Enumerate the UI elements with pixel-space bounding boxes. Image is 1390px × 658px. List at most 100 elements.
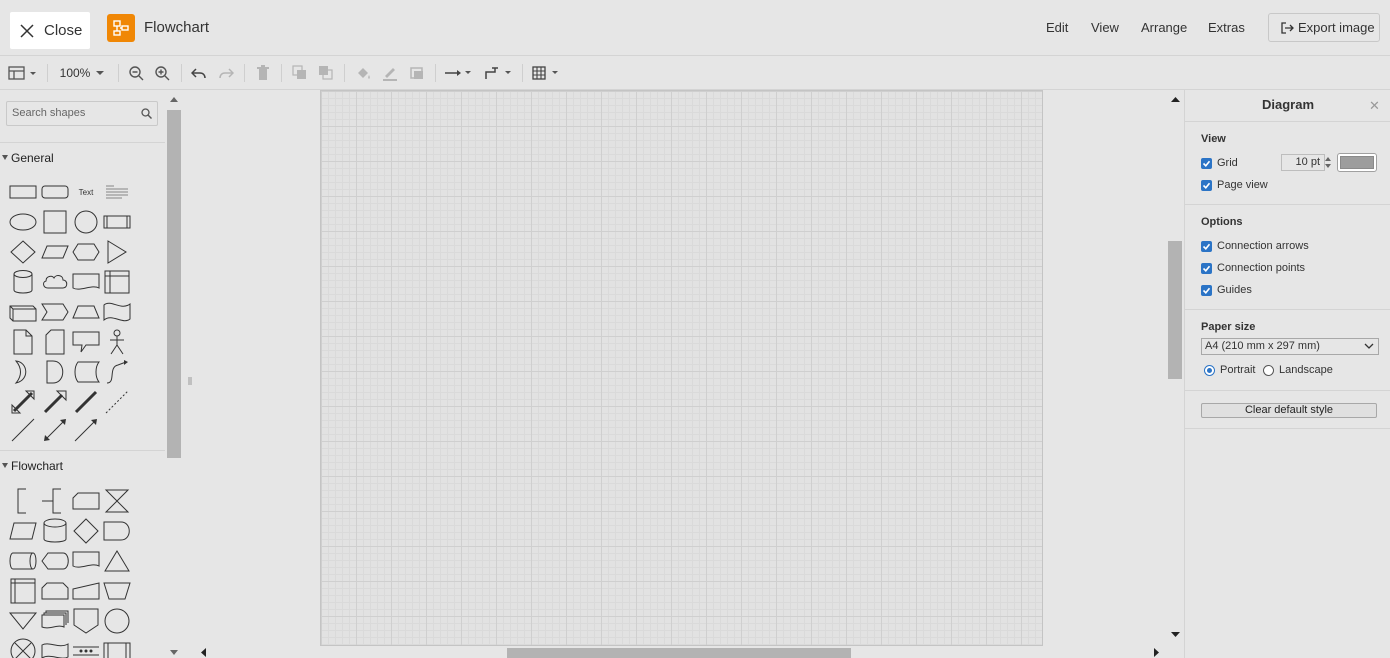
redo-button[interactable] <box>217 63 235 83</box>
connection-style-button[interactable] <box>444 63 474 83</box>
sidebar-scroll-thumb[interactable] <box>167 110 181 458</box>
shape-trapezoid[interactable] <box>71 300 101 324</box>
shape-directional-connector[interactable] <box>71 418 101 442</box>
shape-step[interactable] <box>40 300 70 324</box>
shape-data[interactable] <box>8 519 38 543</box>
shape-off-page-reference[interactable] <box>71 608 101 634</box>
shape-or[interactable] <box>8 360 38 384</box>
diagram-page-grid[interactable] <box>320 90 1043 646</box>
line-color-button[interactable] <box>381 63 399 83</box>
search-shapes-input[interactable]: Search shapes <box>6 101 158 126</box>
panel-close-icon[interactable]: ✕ <box>1369 98 1380 114</box>
shape-document[interactable] <box>71 270 101 294</box>
shape-multi-document[interactable] <box>40 609 70 633</box>
shape-extract[interactable] <box>102 549 132 573</box>
shape-manual-input[interactable] <box>71 579 101 603</box>
paper-size-select[interactable]: A4 (210 mm x 297 mm) <box>1201 338 1379 355</box>
grid-color-swatch[interactable] <box>1337 153 1377 172</box>
menu-arrange[interactable]: Arrange <box>1141 20 1187 35</box>
to-back-button[interactable] <box>317 63 335 83</box>
shape-predefined-process[interactable] <box>102 639 132 658</box>
shape-callout[interactable] <box>71 330 101 354</box>
grid-size-stepper[interactable] <box>1323 154 1333 171</box>
sidebar-resize-handle[interactable] <box>188 372 192 385</box>
scroll-down-arrow-icon[interactable] <box>170 650 178 656</box>
shape-line[interactable] <box>8 418 38 442</box>
clear-default-style-button[interactable]: Clear default style <box>1201 403 1377 418</box>
shape-cylinder[interactable] <box>8 270 38 294</box>
shape-card-flow[interactable] <box>71 489 101 513</box>
shape-square[interactable] <box>40 210 70 234</box>
shape-circle[interactable] <box>71 210 101 234</box>
shape-text[interactable]: Text <box>71 180 101 204</box>
shape-curve[interactable] <box>102 360 132 384</box>
fill-color-button[interactable] <box>355 63 373 83</box>
shape-internal-storage[interactable] <box>102 270 132 294</box>
shape-merge[interactable] <box>8 609 38 633</box>
scroll-right-arrow-icon[interactable] <box>1154 648 1160 657</box>
shape-annotation[interactable] <box>8 488 38 514</box>
shape-document-flow[interactable] <box>71 549 101 573</box>
canvas-horizontal-scrollbar[interactable] <box>196 646 1166 658</box>
shape-tape[interactable] <box>102 300 132 324</box>
scroll-left-arrow-icon[interactable] <box>200 648 206 657</box>
menu-extras[interactable]: Extras <box>1208 20 1245 35</box>
section-flowchart-header[interactable]: Flowchart <box>0 450 165 480</box>
scroll-up-arrow-icon[interactable] <box>170 96 178 102</box>
grid-size-input[interactable]: 10 pt <box>1281 154 1325 171</box>
shape-arrow[interactable] <box>40 390 70 414</box>
shape-display[interactable] <box>40 549 70 573</box>
shape-textbox[interactable] <box>102 180 132 204</box>
zoom-out-button[interactable] <box>127 63 145 83</box>
to-front-button[interactable] <box>291 63 309 83</box>
connection-points-checkbox[interactable] <box>1201 262 1212 274</box>
shape-cloud[interactable] <box>40 270 70 294</box>
shape-loop-limit[interactable] <box>40 579 70 603</box>
grid-checkbox[interactable] <box>1201 157 1212 169</box>
shape-data-storage[interactable] <box>71 360 101 384</box>
shape-bidirectional-arrow[interactable] <box>8 390 38 414</box>
connection-arrows-checkbox[interactable] <box>1201 240 1212 252</box>
shape-rounded-rectangle[interactable] <box>40 180 70 204</box>
shape-dashed-line[interactable] <box>102 390 132 414</box>
page-view-checkbox[interactable] <box>1201 179 1212 191</box>
undo-button[interactable] <box>190 63 208 83</box>
zoom-in-button[interactable] <box>153 63 171 83</box>
shape-internal-storage-flow[interactable] <box>8 578 38 604</box>
shape-triangle[interactable] <box>102 240 132 264</box>
shape-or-flow[interactable] <box>8 638 38 658</box>
shadow-button[interactable] <box>408 63 426 83</box>
portrait-radio[interactable] <box>1204 364 1215 376</box>
close-button[interactable]: Close <box>10 12 90 49</box>
scroll-up-arrow-icon[interactable] <box>1171 96 1180 102</box>
shape-decision[interactable] <box>71 518 101 544</box>
shape-actor[interactable] <box>102 329 132 355</box>
format-panel-toggle[interactable] <box>8 63 38 83</box>
shape-rectangle[interactable] <box>8 180 38 204</box>
shape-note[interactable] <box>8 329 38 355</box>
shape-cube[interactable] <box>8 300 38 324</box>
shape-collate[interactable] <box>102 489 132 513</box>
delete-button[interactable] <box>254 63 272 83</box>
shape-process[interactable] <box>102 210 132 234</box>
shape-annotation-2[interactable] <box>40 488 70 514</box>
section-general-header[interactable]: General <box>0 142 165 172</box>
shape-diamond[interactable] <box>8 240 38 264</box>
shape-paper-tape[interactable] <box>40 639 70 658</box>
sidebar-scrollbar[interactable] <box>165 90 183 658</box>
shape-delay[interactable] <box>102 519 132 543</box>
canvas-vertical-scroll-thumb[interactable] <box>1168 241 1182 379</box>
landscape-radio[interactable] <box>1263 364 1274 376</box>
shape-direct-data[interactable] <box>8 549 38 573</box>
shape-on-page-reference[interactable] <box>102 608 132 634</box>
shape-database[interactable] <box>40 518 70 543</box>
shape-ellipse[interactable] <box>8 210 38 234</box>
shape-hexagon[interactable] <box>71 240 101 264</box>
table-button[interactable] <box>532 63 562 83</box>
canvas-horizontal-scroll-thumb[interactable] <box>507 648 851 658</box>
shape-link[interactable] <box>71 390 101 414</box>
waypoints-button[interactable] <box>483 63 513 83</box>
shape-parallelogram[interactable] <box>40 240 70 264</box>
shape-card[interactable] <box>40 329 70 355</box>
zoom-dropdown[interactable]: 100% <box>58 63 108 83</box>
